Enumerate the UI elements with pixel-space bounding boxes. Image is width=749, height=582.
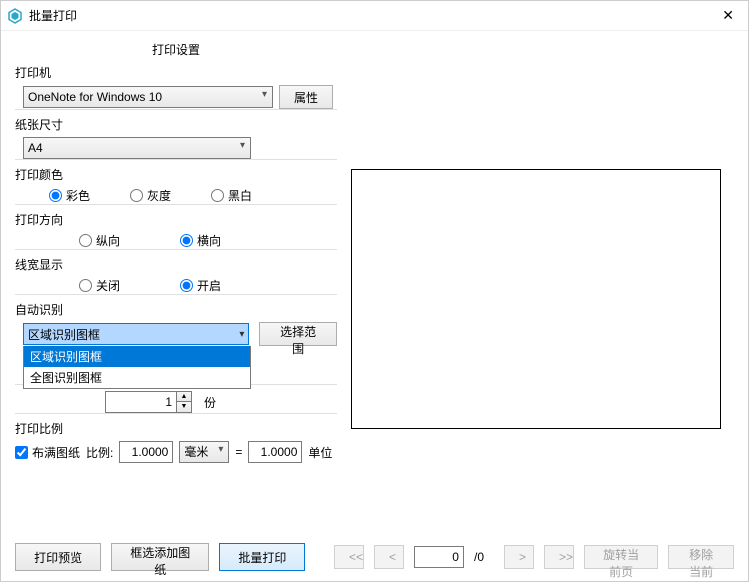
settings-panel: 打印设置 打印机 OneNote for Windows 10 属性 纸张尺寸 … [1,31,351,533]
orientation-radio-portrait[interactable] [79,234,92,247]
window-title: 批量打印 [29,7,77,24]
remove-page-button[interactable]: 移除当前 [668,545,734,569]
ratio-right-input[interactable] [248,441,302,463]
lineweight-option-on[interactable]: 开启 [180,277,221,294]
batch-print-button[interactable]: 批量打印 [219,543,305,571]
ratio-unit-select[interactable]: 毫米 [179,441,229,463]
lineweight-radio-off[interactable] [79,279,92,292]
page-number-input[interactable] [414,546,464,568]
copies-unit-label: 份 [204,394,216,411]
color-option-color[interactable]: 彩色 [49,187,90,204]
titlebar: 批量打印 ✕ [1,1,748,31]
copies-spinner[interactable]: ▲ ▼ [105,391,192,413]
page-total-label: /0 [474,550,484,564]
copies-input[interactable] [106,392,176,412]
printer-label: 打印机 [15,64,337,81]
auto-recognition-option-full[interactable]: 全图识别图框 [24,367,250,388]
page-first-button[interactable]: << [334,545,364,569]
color-option-gray[interactable]: 灰度 [130,187,171,204]
preview-panel [351,31,748,533]
lineweight-option-off[interactable]: 关闭 [79,277,120,294]
print-ratio-label: 打印比例 [15,420,337,437]
print-preview-button[interactable]: 打印预览 [15,543,101,571]
orientation-radio-landscape[interactable] [180,234,193,247]
chevron-down-icon: ▾ [239,329,244,340]
color-radio-color[interactable] [49,189,62,202]
paper-size-select[interactable]: A4 [23,137,251,159]
fit-paper-checkbox-label[interactable]: 布满图纸 [15,444,80,461]
fit-paper-checkbox[interactable] [15,446,28,459]
color-option-bw[interactable]: 黑白 [211,187,252,204]
rotate-page-button[interactable]: 旋转当前页 [584,545,658,569]
equals-label: = [235,445,242,459]
auto-recognition-label: 自动识别 [15,301,337,318]
page-next-button[interactable]: > [504,545,534,569]
color-radio-bw[interactable] [211,189,224,202]
printer-properties-button[interactable]: 属性 [279,85,333,109]
footer-bar: 打印预览 框选添加图纸 批量打印 << < /0 > >> 旋转当前页 移除当前 [1,533,748,581]
lineweight-radio-on[interactable] [180,279,193,292]
app-logo-icon [7,8,23,24]
paper-size-label: 纸张尺寸 [15,116,337,133]
orientation-option-landscape[interactable]: 横向 [180,232,221,249]
frame-add-button[interactable]: 框选添加图纸 [111,543,209,571]
select-range-button[interactable]: 选择范围 [259,322,337,346]
orientation-option-portrait[interactable]: 纵向 [79,232,120,249]
copies-down-button[interactable]: ▼ [177,402,191,412]
auto-recognition-dropdown[interactable]: 区域识别图框 全图识别图框 [23,346,251,389]
ratio-unit-label: 单位 [308,444,332,461]
preview-area [351,169,721,429]
ratio-left-input[interactable] [119,441,173,463]
color-radio-gray[interactable] [130,189,143,202]
ratio-colon-label: 比例: [86,444,113,461]
close-button[interactable]: ✕ [716,5,740,26]
printer-select[interactable]: OneNote for Windows 10 [23,86,273,108]
auto-recognition-select[interactable]: 区域识别图框 ▾ [23,323,249,345]
auto-recognition-option-area[interactable]: 区域识别图框 [24,346,250,367]
lineweight-label: 线宽显示 [15,256,337,273]
copies-up-button[interactable]: ▲ [177,392,191,402]
page-prev-button[interactable]: < [374,545,404,569]
print-color-label: 打印颜色 [15,166,337,183]
settings-title: 打印设置 [15,41,337,58]
orientation-label: 打印方向 [15,211,337,228]
page-last-button[interactable]: >> [544,545,574,569]
